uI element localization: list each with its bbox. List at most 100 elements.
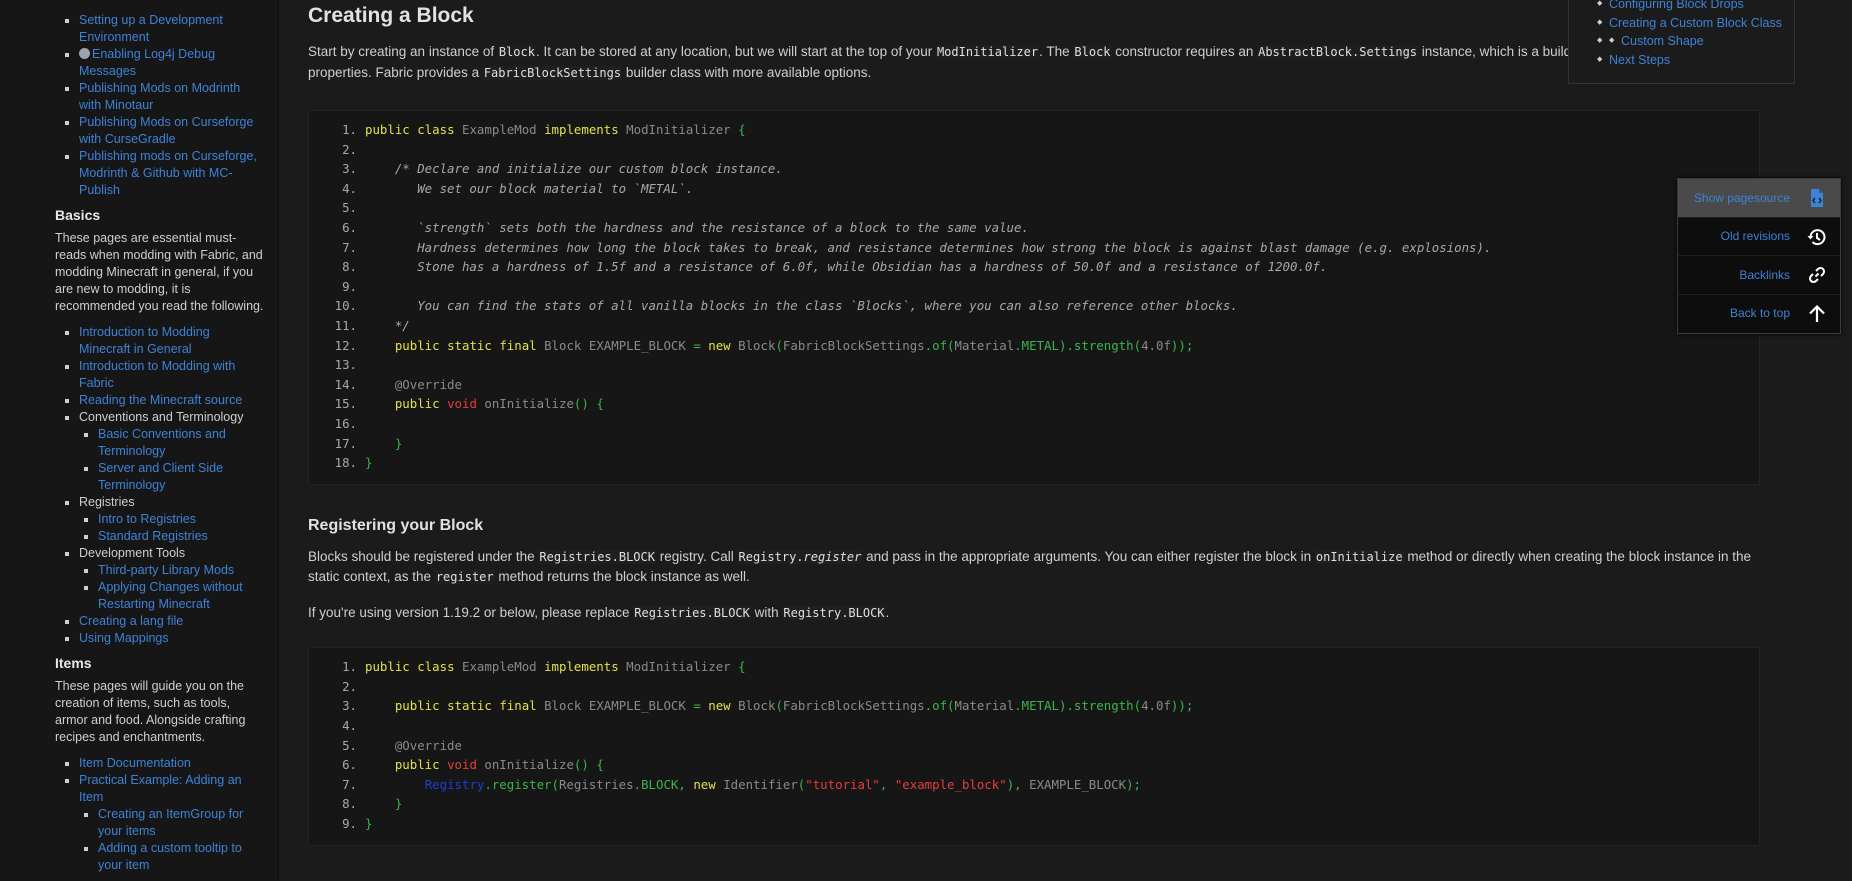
list-item: Creating an ItemGroup for your items [98,806,264,840]
globe-icon [79,48,90,59]
inline-code: AbstractBlock.Settings [1257,45,1419,59]
sidebar: Setting up a Development Environment Ena… [0,0,279,881]
table-of-contents: Configuring Block Drops Creating a Custo… [1568,0,1795,84]
code-line: 11. */ [334,317,410,333]
list-item: Practical Example: Adding an Item Creati… [79,772,264,874]
sidebar-link[interactable]: Introduction to Modding Minecraft in Gen… [79,325,210,356]
paragraph: If you're using version 1.19.2 or below,… [308,604,890,620]
list-item: Reading the Minecraft source [79,392,264,409]
section-title-basics: Basics [55,207,101,223]
code-line: 2. [342,678,357,694]
sidebar-link[interactable]: Publishing Mods on Curseforge with Curse… [79,115,253,146]
code-line: 13. [334,357,357,373]
old-revisions-button[interactable]: Old revisions [1678,216,1840,256]
list-item: Publishing Mods on Modrinth with Minotau… [79,80,264,114]
code-line: 18.} [334,455,373,471]
sidebar-link[interactable]: Practical Example: Adding an Item [79,773,242,804]
list-item: Publishing Mods on Curseforge with Curse… [79,114,264,148]
code-line: 5. @Override [342,737,462,753]
inline-code: Block [497,45,536,59]
inline-code: onInitialize [1314,549,1404,564]
code-line: 1. public class ExampleMod implements Mod… [342,659,746,675]
backlinks-button[interactable]: Backlinks [1678,255,1840,294]
code-line: 4. We set our block material to `METAL`. [342,180,694,196]
list-item: Publishing mods on Curseforge, Modrinth … [79,148,264,199]
list-item: Enabling Log4j Debug Messages [79,46,264,80]
code-line: 3. /* Declare and initialize our custom … [342,161,783,177]
list-item: Custom Shape [1597,32,1794,51]
inline-code: register [434,570,495,585]
list-item: Applying Changes without Restarting Mine… [98,579,264,613]
code-line: 9. [342,278,357,294]
code-line: 1. public class ExampleMod implements Mod… [342,122,746,137]
sidebar-top-list: Setting up a Development Environment Ena… [55,12,264,199]
list-item: Intro to Registries [98,511,264,528]
list-item: Introduction to Modding Minecraft in Gen… [79,324,264,358]
inline-code: Registries.BLOCK [633,605,751,620]
code-line: 10. You can find the stats of all vanill… [334,298,1238,314]
section-desc-basics: These pages are essential must-reads whe… [55,231,264,313]
sidebar-link[interactable]: Enabling Log4j Debug Messages [79,47,215,78]
sidebar-link[interactable]: Basic Conventions and Terminology [98,427,226,458]
code-line: 6. public void onInitialize() { [342,757,604,773]
tool-label: Back to top [1729,306,1790,321]
code-line: 2. [342,141,357,157]
sidebar-link[interactable]: Introduction to Modding with Fabric [79,359,235,390]
sidebar-link[interactable]: Reading the Minecraft source [79,393,242,407]
list-item: Conventions and Terminology Basic Conven… [79,409,264,494]
sidebar-link[interactable]: Adding a custom tooltip to your item [98,841,242,872]
toc-item[interactable]: Creating a Custom Block Class [1597,14,1794,33]
list-item: Development Tools Third-party Library Mo… [79,545,264,613]
sidebar-link[interactable]: Creating a lang file [79,614,183,628]
list-item: Basic Conventions and Terminology [98,426,264,460]
paragraph: Blocks should be registered under the Re… [308,548,1752,585]
sidebar-link[interactable]: Publishing mods on Curseforge, Modrinth … [79,149,257,197]
sidebar-link[interactable]: Third-party Library Mods [98,563,234,577]
list-item: Server and Client Side Terminology [98,460,264,494]
code-line: 6. `strength` sets both the hardness and… [342,219,1029,235]
sidebar-group-label: Registries [79,495,135,509]
page-title: Creating a Block [308,4,474,27]
sidebar-link[interactable]: Intro to Registries [98,512,196,526]
inline-code: Block [1073,45,1112,59]
sidebar-link[interactable]: Server and Client Side Terminology [98,461,223,492]
code-line: 16. [334,415,357,431]
tool-label: Old revisions [1720,229,1790,244]
history-icon [1807,228,1826,245]
code-line: 4. [342,717,357,733]
list-item: Item Documentation [79,755,264,772]
list-item: Introduction to Modding with Fabric [79,358,264,392]
code-line: 5. [342,200,357,216]
show-pagesource-button[interactable]: Show pagesource [1678,179,1840,217]
page-source-icon [1811,189,1823,207]
toc-item[interactable]: Next Steps [1597,51,1794,70]
toc-item[interactable]: Custom Shape [1609,32,1794,51]
code-line: 9.} [342,815,373,831]
code-line: 7. Registry.register(Registries.BLOCK, n… [342,776,1142,792]
basics-list: Introduction to Modding Minecraft in Gen… [55,324,264,647]
code-block: 1. public class ExampleMod implements Mod… [308,110,1760,485]
toc-item[interactable]: Configuring Block Drops [1597,0,1794,14]
tool-label: Backlinks [1739,267,1790,282]
page-tools: Show pagesource Old revisions Backlinks … [1677,178,1841,334]
list-item: Third-party Library Mods [98,562,264,579]
section-title-items: Items [55,655,92,671]
code-block: 1. public class ExampleMod implements Mod… [308,647,1760,846]
back-to-top-button[interactable]: Back to top [1678,293,1840,333]
inline-code: Registries.BLOCK [538,549,656,564]
list-item: Using Mappings [79,630,264,647]
sidebar-link[interactable]: Item Documentation [79,756,191,770]
code-line: 15. public void onInitialize() { [334,396,604,412]
link-icon [1808,266,1826,284]
sidebar-link[interactable]: Publishing Mods on Modrinth with Minotau… [79,81,240,112]
sidebar-link[interactable]: Using Mappings [79,631,169,645]
sidebar-link[interactable]: Creating an ItemGroup for your items [98,807,243,838]
inline-code: Registry.BLOCK [782,605,886,620]
list-item: Creating a lang file [79,613,264,630]
sidebar-link[interactable]: Setting up a Development Environment [79,13,223,44]
list-item: Adding a custom tooltip to your item [98,840,264,874]
code-line: 8. Stone has a hardness of 1.5f and a re… [342,259,1328,275]
sidebar-link[interactable]: Applying Changes without Restarting Mine… [98,580,243,611]
code-line: 14. @Override [334,376,462,392]
sidebar-link[interactable]: Standard Registries [98,529,208,543]
